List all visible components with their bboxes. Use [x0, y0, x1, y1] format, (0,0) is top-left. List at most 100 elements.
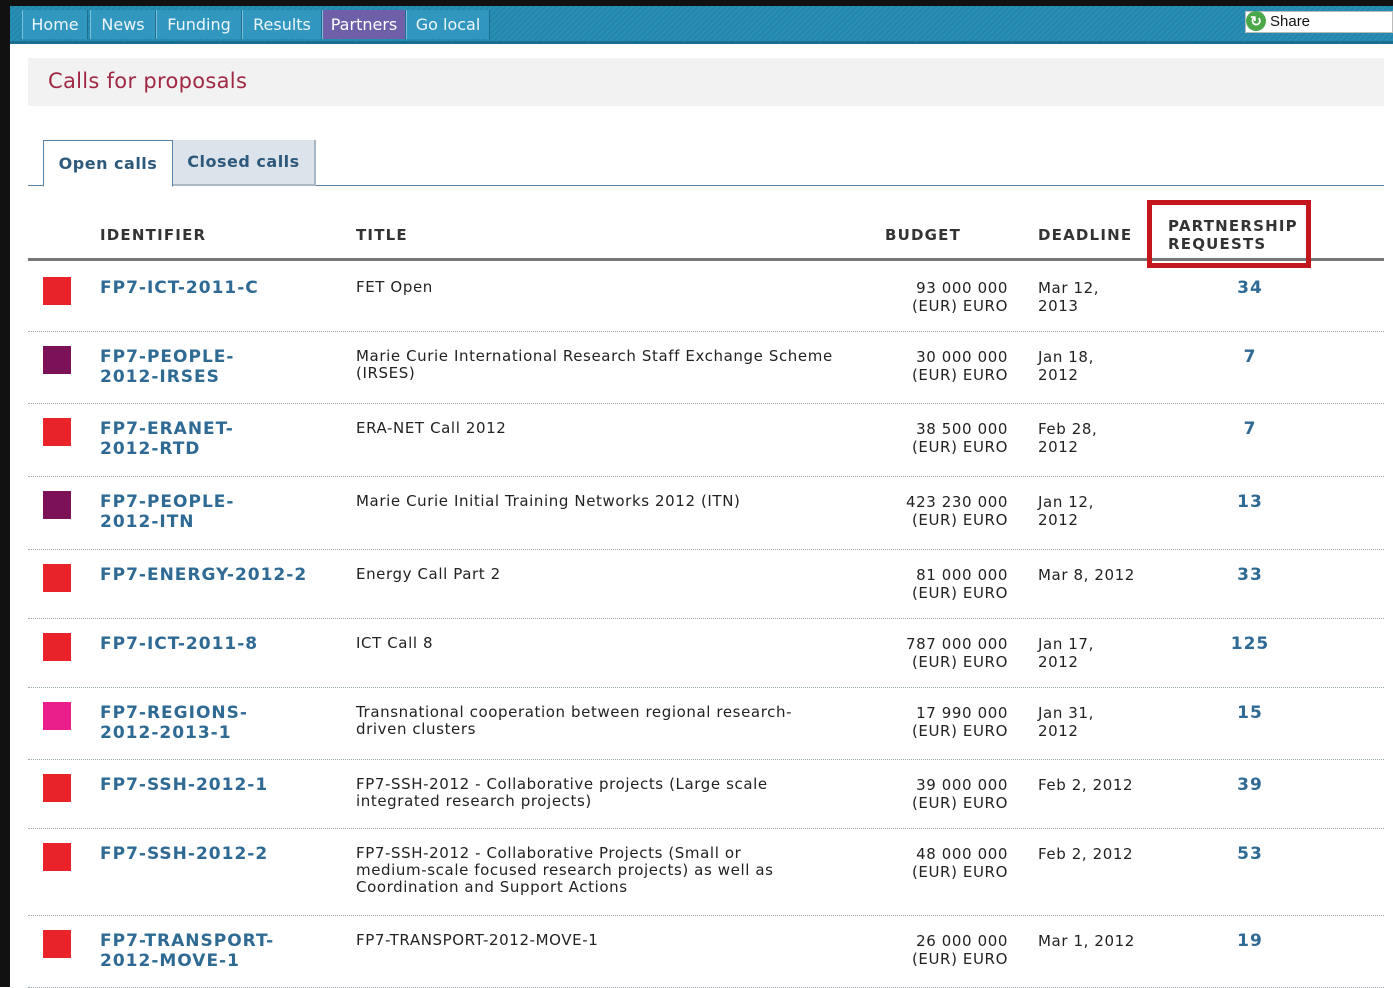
identifier-line: FP7-ICT-2011-8: [100, 634, 259, 654]
share-label: Share: [1270, 13, 1311, 30]
deadline-line: Jan 12,: [1038, 493, 1094, 511]
partnership-requests-link[interactable]: 33: [1198, 565, 1302, 585]
budget-line: 38 500 000: [916, 420, 1008, 438]
partnership-requests-link[interactable]: 125: [1198, 634, 1302, 654]
tab-open-calls[interactable]: Open calls: [43, 140, 173, 187]
table-row: FP7-SSH-2012-1 FP7-SSH-2012 - Collaborati…: [28, 759, 1384, 829]
call-identifier-link[interactable]: FP7-ICT-2011-C: [100, 278, 330, 298]
call-identifier-link[interactable]: FP7-PEOPLE- 2012-IRSES: [100, 347, 330, 387]
identifier-line: 2012-ITN: [100, 512, 195, 532]
nav-item-go-local[interactable]: Go local: [406, 10, 490, 39]
deadline-line: Mar 1, 2012: [1038, 932, 1135, 950]
share-icon: ↻: [1246, 11, 1266, 31]
call-deadline: Jan 18, 2012: [1038, 348, 1150, 384]
title-line: FET Open: [356, 278, 433, 296]
call-identifier-link[interactable]: FP7-ICT-2011-8: [100, 634, 330, 654]
call-identifier-link[interactable]: FP7-SSH-2012-2: [100, 844, 330, 864]
call-deadline: Mar 8, 2012: [1038, 566, 1150, 584]
call-deadline: Feb 28, 2012: [1038, 420, 1150, 456]
deadline-line: 2012: [1038, 653, 1079, 671]
header-deadline[interactable]: DEADLINE: [1038, 226, 1132, 244]
tab-closed-calls[interactable]: Closed calls: [173, 140, 316, 186]
theme-color-swatch: [43, 418, 71, 446]
budget-line: (EUR) EURO: [911, 653, 1008, 671]
partnership-requests-link[interactable]: 34: [1198, 278, 1302, 298]
call-title: ERA-NET Call 2012: [356, 420, 866, 437]
call-budget: 48 000 000 (EUR) EURO: [838, 845, 1008, 881]
partnership-requests-link[interactable]: 39: [1198, 775, 1302, 795]
call-deadline: Jan 17, 2012: [1038, 635, 1150, 671]
call-deadline: Jan 12, 2012: [1038, 493, 1150, 529]
call-budget: 81 000 000 (EUR) EURO: [838, 566, 1008, 602]
title-line: FP7-SSH-2012 - Collaborative projects (L…: [356, 775, 768, 793]
identifier-line: FP7-ENERGY-2012-2: [100, 565, 308, 585]
call-identifier-link[interactable]: FP7-TRANSPORT- 2012-MOVE-1: [100, 931, 330, 971]
title-line: FP7-TRANSPORT-2012-MOVE-1: [356, 931, 599, 949]
partnership-requests-link[interactable]: 19: [1198, 931, 1302, 951]
call-budget: 93 000 000 (EUR) EURO: [838, 279, 1008, 315]
nav-item-partners[interactable]: Partners: [322, 10, 406, 39]
title-line: Energy Call Part 2: [356, 565, 501, 583]
deadline-line: 2012: [1038, 438, 1079, 456]
partnership-requests-link[interactable]: 7: [1198, 419, 1302, 439]
budget-line: (EUR) EURO: [911, 511, 1008, 529]
partnership-requests-link[interactable]: 13: [1198, 492, 1302, 512]
call-identifier-link[interactable]: FP7-ERANET- 2012-RTD: [100, 419, 330, 459]
call-deadline: Feb 2, 2012: [1038, 845, 1150, 863]
deadline-line: Jan 17,: [1038, 635, 1094, 653]
page-header: Calls for proposals: [28, 58, 1384, 106]
theme-color-swatch: [43, 564, 71, 592]
table-row: FP7-TRANSPORT- 2012-MOVE-1 FP7-TRANSPORT-2…: [28, 915, 1384, 988]
budget-line: 30 000 000: [916, 348, 1008, 366]
call-deadline: Mar 12, 2013: [1038, 279, 1150, 315]
partnership-requests-link[interactable]: 15: [1198, 703, 1302, 723]
call-budget: 423 230 000 (EUR) EURO: [838, 493, 1008, 529]
call-budget: 38 500 000 (EUR) EURO: [838, 420, 1008, 456]
budget-line: (EUR) EURO: [911, 794, 1008, 812]
deadline-line: 2012: [1038, 511, 1079, 529]
call-title: Marie Curie International Research Staff…: [356, 348, 866, 382]
call-budget: 30 000 000 (EUR) EURO: [838, 348, 1008, 384]
table-row: FP7-ERANET- 2012-RTD ERA-NET Call 2012 38 5…: [28, 403, 1384, 477]
table-row: FP7-SSH-2012-2 FP7-SSH-2012 - Collaborati…: [28, 828, 1384, 916]
identifier-line: FP7-ERANET-: [100, 419, 234, 439]
highlight-box: [1147, 200, 1311, 268]
nav-item-results[interactable]: Results: [242, 10, 322, 39]
identifier-line: 2012-IRSES: [100, 367, 220, 387]
budget-line: (EUR) EURO: [911, 722, 1008, 740]
partnership-requests-link[interactable]: 53: [1198, 844, 1302, 864]
call-budget: 26 000 000 (EUR) EURO: [838, 932, 1008, 968]
identifier-line: 2012-RTD: [100, 439, 201, 459]
top-navbar: Home News Funding Results Partners Go local ↻…: [10, 6, 1393, 44]
title-line: Coordination and Support Actions: [356, 878, 628, 896]
partnership-requests-link[interactable]: 7: [1198, 347, 1302, 367]
budget-line: 423 230 000: [905, 493, 1008, 511]
call-identifier-link[interactable]: FP7-PEOPLE- 2012-ITN: [100, 492, 330, 532]
header-budget[interactable]: BUDGET: [885, 226, 961, 244]
header-title[interactable]: TITLE: [356, 226, 408, 244]
deadline-line: 2012: [1038, 722, 1079, 740]
nav-item-funding[interactable]: Funding: [156, 10, 242, 39]
table-row: FP7-ENERGY-2012-2 Energy Call Part 2 81 00…: [28, 549, 1384, 619]
identifier-line: 2012-2013-1: [100, 723, 232, 743]
call-title: ICT Call 8: [356, 635, 866, 652]
call-identifier-link[interactable]: FP7-REGIONS- 2012-2013-1: [100, 703, 330, 743]
call-identifier-link[interactable]: FP7-SSH-2012-1: [100, 775, 330, 795]
header-identifier[interactable]: IDENTIFIER: [100, 226, 206, 244]
title-line: FP7-SSH-2012 - Collaborative Projects (S…: [356, 844, 742, 862]
nav-item-home[interactable]: Home: [22, 10, 88, 39]
table-row: FP7-PEOPLE- 2012-IRSES Marie Curie Interna…: [28, 331, 1384, 404]
title-line: (IRSES): [356, 364, 416, 382]
deadline-line: Feb 28,: [1038, 420, 1098, 438]
title-line: Marie Curie International Research Staff…: [356, 347, 833, 365]
call-title: Energy Call Part 2: [356, 566, 866, 583]
budget-line: (EUR) EURO: [911, 950, 1008, 968]
nav-item-news[interactable]: News: [90, 10, 156, 39]
call-identifier-link[interactable]: FP7-ENERGY-2012-2: [100, 565, 330, 585]
call-budget: 787 000 000 (EUR) EURO: [838, 635, 1008, 671]
call-title: FP7-SSH-2012 - Collaborative Projects (S…: [356, 845, 866, 896]
budget-line: (EUR) EURO: [911, 584, 1008, 602]
identifier-line: FP7-PEOPLE-: [100, 492, 235, 512]
share-button[interactable]: ↻ Share: [1245, 11, 1393, 33]
identifier-line: 2012-MOVE-1: [100, 951, 240, 971]
